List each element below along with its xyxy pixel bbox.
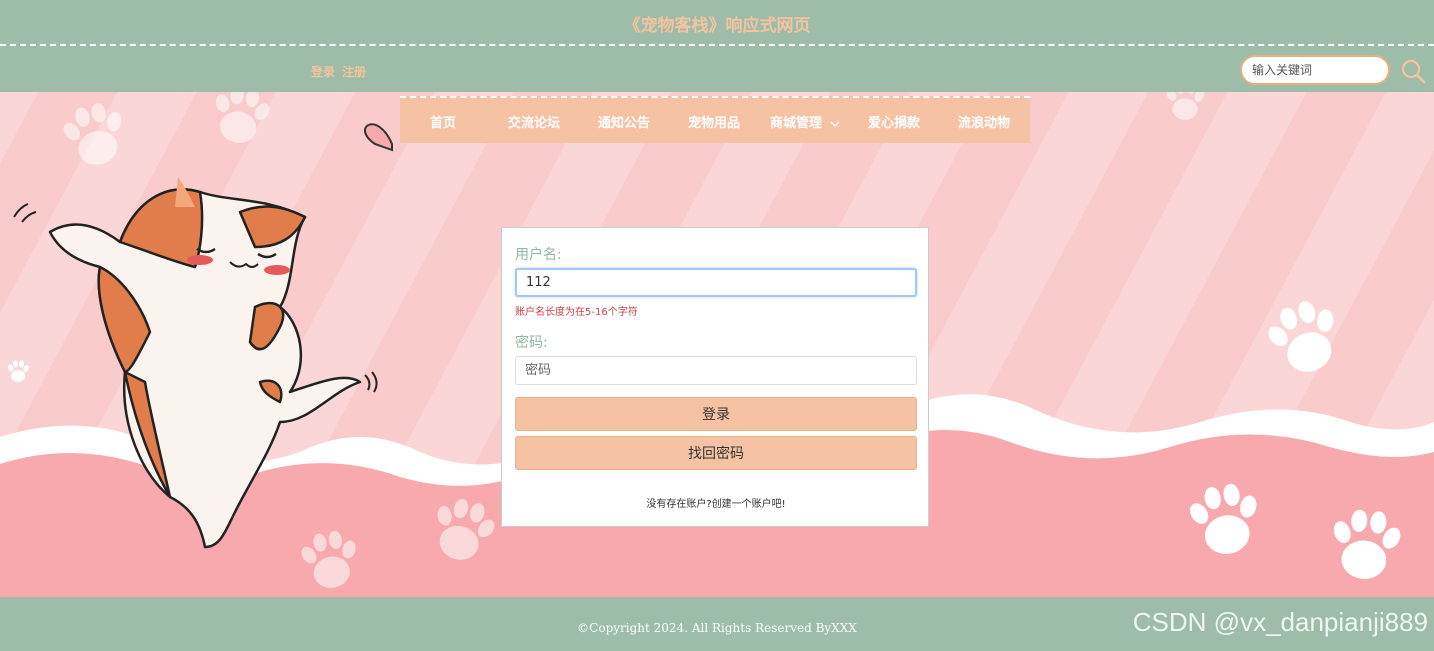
login-button[interactable]: 登录 [515,397,917,431]
nav-item-notice[interactable]: 通知公告 [598,112,650,131]
username-input[interactable] [515,268,917,297]
login-card: 用户名: 账户名长度为在5-16个字符 密码: 登录 找回密码 没有存在账户?创… [501,227,929,527]
header-divider [0,44,1434,46]
chevron-down-icon [830,120,840,127]
search-icon[interactable] [1400,58,1426,84]
login-link[interactable]: 登录 [311,63,335,80]
heart-icon [364,123,393,152]
site-footer: ©Copyright 2024. All Rights Reserved ByX… [0,597,1434,651]
reset-password-button[interactable]: 找回密码 [515,436,917,470]
nav-item-forum[interactable]: 交流论坛 [508,112,560,131]
nav-item-shop-manage-label: 商城管理 [770,116,823,131]
site-title: 《宠物客栈》响应式网页 [623,16,811,36]
nav-item-shop-manage[interactable]: 商城管理 [770,112,840,131]
watermark-text: CSDN @vx_danpianji889 [1132,607,1428,637]
register-hint-link[interactable]: 没有存在账户?创建一个账户吧! [502,495,930,510]
search-input[interactable] [1240,55,1390,85]
cat-cheek [264,265,290,275]
main-nav: 首页 交流论坛 通知公告 宠物用品 商城管理 爱心捐款 流浪动物 [400,96,1030,143]
register-link[interactable]: 注册 [342,63,366,80]
nav-item-stray-animals[interactable]: 流浪动物 [958,112,1010,131]
nav-item-home[interactable]: 首页 [430,112,456,131]
site-header: 《宠物客栈》响应式网页 登录 注册 [0,0,1434,92]
nav-item-pet-supplies[interactable]: 宠物用品 [688,112,740,131]
username-label: 用户名: [515,247,562,263]
password-label: 密码: [515,335,548,351]
auth-links: 登录 注册 [311,63,366,80]
password-input[interactable] [515,356,917,385]
cat-cheek [187,255,213,265]
nav-item-donation[interactable]: 爱心捐款 [868,112,920,131]
username-error: 账户名长度为在5-16个字符 [515,307,638,318]
